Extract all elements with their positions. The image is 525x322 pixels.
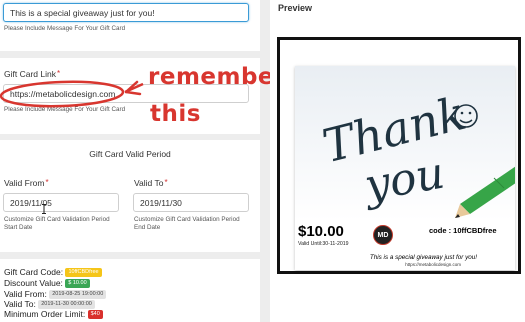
preview-price: $10.00 [298,223,344,240]
valid-to-label: Valid To* [134,178,168,188]
valid-period-card: Gift Card Valid Period Valid From* Custo… [0,140,260,252]
link-label-text: Gift Card Link [4,69,56,79]
link-help: Please Include Message For Your Gift Car… [4,106,126,113]
summary-min-label: Minimum Order Limit: [4,309,86,319]
md-logo-icon: MD [373,225,393,245]
preview-frame: Thank you $10.00 Valid Until:30-11-2019 … [277,37,521,274]
required-marker: * [45,178,49,187]
preview-code: code : 10ffCBDfree [429,226,497,235]
text-cursor-icon [42,204,46,214]
min-badge: $40 [87,310,103,320]
summary-discount-row: Discount Value: $ 10.00 [4,278,90,289]
summary-card: Gift Card Code: 10ffCBDfree Discount Val… [0,259,260,322]
valid-to-label-text: Valid To [134,178,164,188]
annotation-remember: remember [148,64,286,90]
valid-from-label: Valid From* [4,178,49,188]
summary-from-label: Valid From: [4,289,47,299]
annotation-this: this [150,101,201,127]
message-card: Please Include Message For Your Gift Car… [0,0,260,51]
gift-card-preview: Thank you $10.00 Valid Until:30-11-2019 … [295,66,515,270]
valid-from-help-2: Start Date [4,224,33,231]
valid-period-title: Gift Card Valid Period [89,149,171,159]
summary-code-label: Gift Card Code: [4,267,64,277]
required-marker: * [164,178,168,187]
summary-to-label: Valid To: [4,299,36,309]
thank-you-art: Thank you [295,66,515,221]
valid-from-input[interactable] [3,193,119,212]
from-badge: 2019-08-25 19:00:00 [49,290,107,300]
valid-to-input[interactable] [133,193,249,212]
message-input[interactable] [3,3,249,22]
summary-min-row: Minimum Order Limit: $40 [4,309,103,320]
to-badge: 2019-11-30 00:00:00 [38,300,95,310]
link-label: Gift Card Link* [4,69,60,79]
code-badge: 10ffCBDfree [65,268,102,278]
preview-url: https://metabolicdesign.com [405,262,461,267]
summary-to-row: Valid To: 2019-11-30 00:00:00 [4,299,95,310]
summary-discount-label: Discount Value: [4,278,63,288]
message-help: Please Include Message For Your Gift Car… [4,25,126,32]
summary-code-row: Gift Card Code: 10ffCBDfree [4,267,102,278]
valid-to-help-2: End Date [134,224,161,231]
preview-title: Preview [278,3,313,13]
discount-badge: $ 10.00 [65,279,90,289]
preview-valid-until: Valid Until:30-11-2019 [298,241,349,247]
preview-message: This is a special giveaway just for you! [369,254,477,261]
required-marker: * [56,69,61,78]
summary-from-row: Valid From: 2019-08-25 19:00:00 [4,289,107,300]
valid-from-label-text: Valid From [4,178,45,188]
